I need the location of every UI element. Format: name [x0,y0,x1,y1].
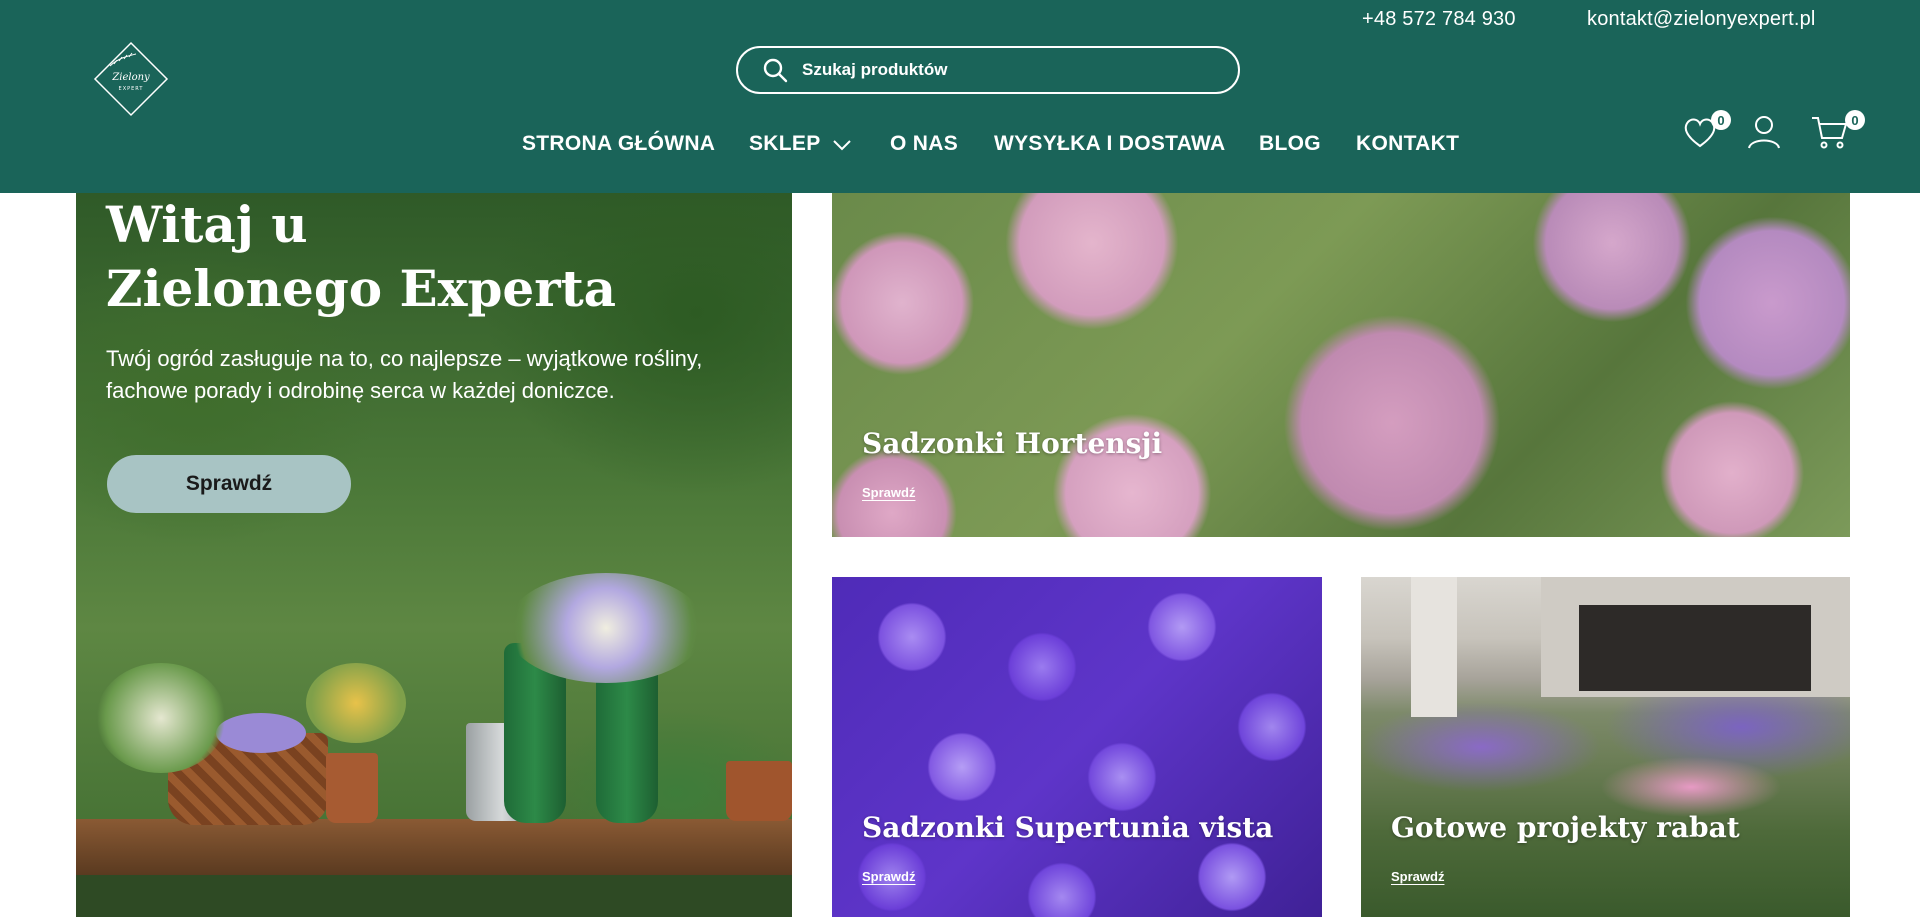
main-nav: STRONA GŁÓWNA SKLEP O NAS WYSYŁKA I DOST… [0,132,1920,162]
hero-subtitle-line1: Twój ogród zasługuje na to, co najlepsze… [106,346,703,371]
svg-text:Zielony: Zielony [111,72,150,83]
lavender-flowers [216,713,306,753]
header-email[interactable]: kontakt@zielonyexpert.pl [1587,8,1816,31]
chevron-down-icon[interactable] [832,138,852,152]
hero-subtitle-line2: fachowe porady i odrobinę serca w każdej… [106,378,615,403]
nav-about[interactable]: O NAS [890,132,958,156]
garden-table [76,819,792,875]
wishlist-count-badge: 0 [1711,110,1731,130]
hero-title-line1: Witaj u [106,195,308,254]
card-supertunia[interactable]: Sadzonki Supertunia vista Sprawdź [832,577,1322,917]
nav-contact[interactable]: KONTAKT [1356,132,1459,156]
nav-shipping[interactable]: WYSYŁKA I DOSTAWA [994,132,1225,156]
hero-title-line2: Zielonego Experta [106,259,617,318]
card-link[interactable]: Sprawdź [862,869,915,884]
search-bar[interactable] [736,46,1240,94]
nav-blog[interactable]: BLOG [1259,132,1321,156]
cart-count-badge: 0 [1845,110,1865,130]
logo-leaf-icon: Zielony EXPERT [93,41,169,117]
card-link[interactable]: Sprawdź [1391,869,1444,884]
card-title: Sadzonki Supertunia vista [862,811,1274,844]
terracotta-pot [726,761,792,821]
card-title: Sadzonki Hortensji [862,427,1163,460]
white-flowers [96,663,226,773]
site-logo[interactable]: Zielony EXPERT [92,40,170,118]
card-title: Gotowe projekty rabat [1391,811,1740,844]
card-garden-projects[interactable]: Gotowe projekty rabat Sprawdź [1361,577,1850,917]
card-link[interactable]: Sprawdź [862,485,915,500]
site-header: +48 572 784 930 kontakt@zielonyexpert.pl… [0,0,1920,193]
search-input[interactable] [802,60,1202,80]
house-window [1579,605,1811,691]
user-icon[interactable] [1744,112,1784,152]
flower-pot [326,753,378,823]
hero-title: Witaj u Zielonego Experta [106,193,616,321]
svg-text:EXPERT: EXPERT [119,86,144,92]
nav-home[interactable]: STRONA GŁÓWNA [522,132,715,156]
boot-flowers [506,573,706,683]
hero-subtitle: Twój ogród zasługuje na to, co najlepsze… [106,343,746,407]
yellow-flowers [306,663,406,743]
card-hydrangea[interactable]: Sadzonki Hortensji Sprawdź [832,193,1850,537]
cart-icon[interactable] [1810,112,1850,152]
header-phone[interactable]: +48 572 784 930 [1362,8,1516,31]
house-pillar [1411,577,1457,717]
search-icon[interactable] [762,57,788,83]
nav-shop[interactable]: SKLEP [749,132,821,156]
garden-ground [76,875,792,917]
hero-check-button[interactable]: Sprawdź [107,455,351,513]
hero-banner: Witaj u Zielonego Experta Twój ogród zas… [76,193,792,917]
